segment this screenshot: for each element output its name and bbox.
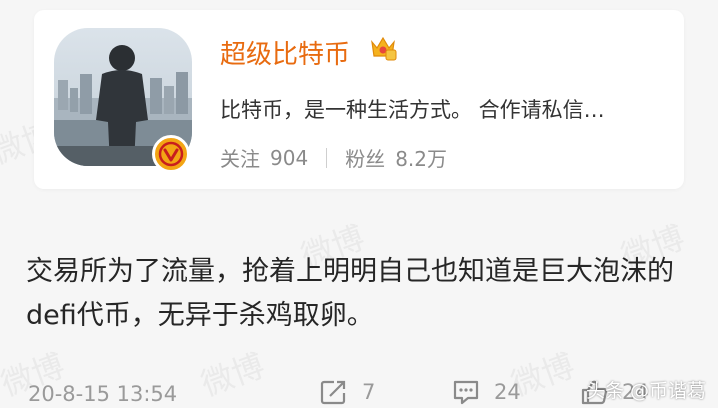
post-text: 交易所为了流量，抢着上明明自己也知道是巨大泡沫的defi代币，无异于杀鸡取卵。 xyxy=(26,256,674,331)
comment-button[interactable]: 24 xyxy=(452,379,521,405)
post-time: 20-8-15 13:54 xyxy=(28,382,178,406)
profile-bio: 比特币，是一种生活方式。 合作请私信… xyxy=(220,98,605,122)
following-count[interactable]: 904 xyxy=(270,146,308,170)
comment-count: 24 xyxy=(494,380,521,404)
following-label[interactable]: 关注 xyxy=(220,143,260,172)
comment-icon xyxy=(453,380,479,405)
profile-card[interactable]: 超级比特币 比特币，是一种生活方式。 合作请私信… 关注 904 粉丝 8.2万 xyxy=(34,10,684,189)
repost-button[interactable]: 7 xyxy=(320,379,375,405)
followers-label[interactable]: 粉丝 xyxy=(345,143,385,172)
source-watermark: 头条 @币谐葛 xyxy=(585,380,706,402)
followers-count[interactable]: 8.2万 xyxy=(395,143,447,172)
repost-count: 7 xyxy=(362,380,376,404)
stats-divider xyxy=(326,147,328,168)
repost-icon xyxy=(320,380,346,405)
post-footer: 20-8-15 13:54 7 24 24 头条 @币谐葛 xyxy=(0,376,718,408)
profile-name[interactable]: 超级比特币 xyxy=(220,34,350,71)
vip-crown-icon xyxy=(368,32,398,62)
profile-stats: 关注 904 粉丝 8.2万 xyxy=(220,143,447,172)
verified-badge-icon xyxy=(152,135,190,173)
